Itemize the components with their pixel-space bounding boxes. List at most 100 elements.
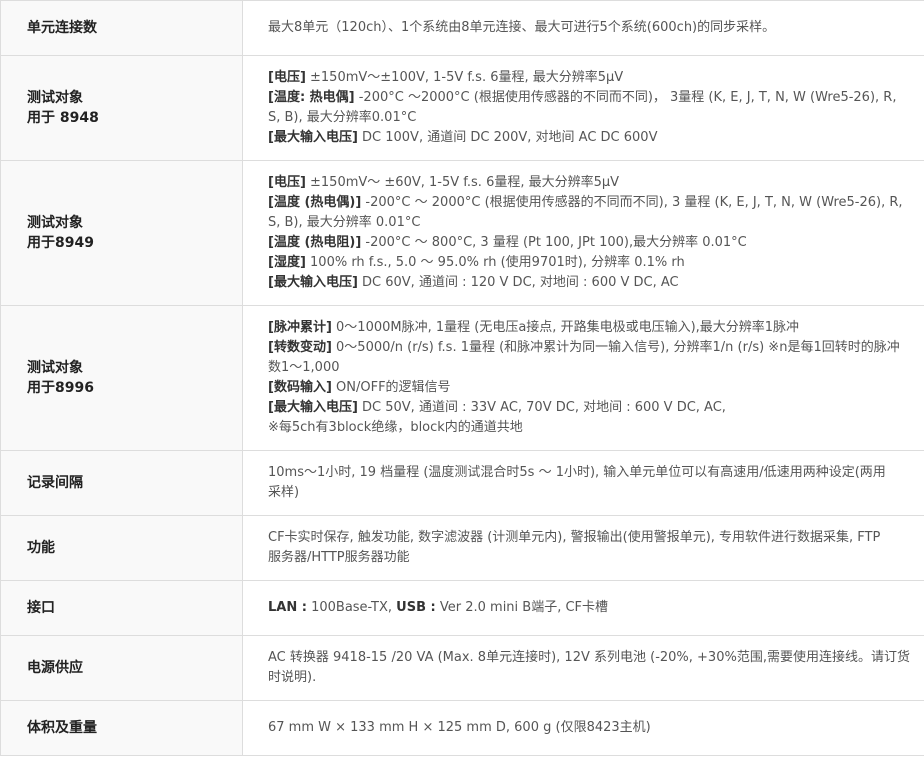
value-line: 数1～1,000 [268, 358, 924, 378]
value-line: 最大8单元（120ch）、1个系统由8单元连接、最大可进行5个系统(600ch)… [268, 18, 924, 38]
field-tag: [最大输入电压] [268, 400, 358, 415]
value-line: CF卡实时保存, 触发功能, 数字滤波器 (计测单元内), 警报输出(使用警报单… [268, 528, 924, 548]
value-text: 服务器/HTTP服务器功能 [268, 550, 410, 565]
value-line: [转数变动] 0～5000/n (r/s) f.s. 1量程 (和脉冲累计为同一… [268, 338, 924, 358]
value-line: 时说明). [268, 668, 924, 688]
value-line: [温度 (热电偶)] -200°C ～ 2000°C (根据使用传感器的不同而不… [268, 193, 924, 213]
field-tag: [湿度] [268, 255, 306, 270]
spec-table-body: 单元连接数 最大8单元（120ch）、1个系统由8单元连接、最大可进行5个系统(6… [0, 0, 924, 756]
value-line: 67 mm W × 133 mm H × 125 mm D, 600 g (仅限… [268, 718, 924, 738]
row-value: LAN : 100Base-TX, USB : Ver 2.0 mini B端子… [242, 580, 924, 636]
value-line: [数码输入] ON/OFF的逻辑信号 [268, 378, 924, 398]
value-line: LAN : 100Base-TX, USB : Ver 2.0 mini B端子… [268, 598, 924, 618]
value-text: -200°C ～2000°C (根据使用传感器的不同而不同)， 3量程 (K, … [354, 90, 897, 105]
value-line: [电压] ±150mV～ ±60V, 1-5V f.s. 6量程, 最大分辨率5… [268, 173, 924, 193]
value-line: [最大输入电压] DC 60V, 通道间 : 120 V DC, 对地间 : 6… [268, 273, 924, 293]
row-label: 体积及重量 [0, 700, 243, 756]
row-value: CF卡实时保存, 触发功能, 数字滤波器 (计测单元内), 警报输出(使用警报单… [242, 515, 924, 581]
row-value: [脉冲累计] 0～1000M脉冲, 1量程 (无电压a接点, 开路集电极或电压输… [242, 305, 924, 451]
row-target-8996: 测试对象用于8996 [脉冲累计] 0～1000M脉冲, 1量程 (无电压a接点,… [0, 305, 924, 451]
value-text: S, B), 最大分辨率 0.01°C [268, 215, 421, 230]
row-value: [电压] ±150mV～ ±60V, 1-5V f.s. 6量程, 最大分辨率5… [242, 160, 924, 306]
row-label-line: 体积及重量 [27, 720, 97, 736]
row-interface: 接口 LAN : 100Base-TX, USB : Ver 2.0 mini B… [0, 580, 924, 636]
value-text: Ver 2.0 mini B端子, CF卡槽 [435, 600, 609, 615]
value-text: -200°C ～ 800°C, 3 量程 (Pt 100, JPt 100),最… [361, 235, 747, 250]
row-label-line: 测试对象 [27, 360, 83, 376]
row-label-line: 用于 8948 [27, 110, 99, 126]
value-text: 时说明). [268, 670, 317, 685]
value-line: S, B), 最大分辨率 0.01°C [268, 213, 924, 233]
row-target-8949: 测试对象用于8949 [电压] ±150mV～ ±60V, 1-5V f.s. 6… [0, 160, 924, 306]
value-line: [温度 (热电阻)] -200°C ～ 800°C, 3 量程 (Pt 100,… [268, 233, 924, 253]
value-text: S, B), 最大分辨率0.01°C [268, 110, 417, 125]
value-line: S, B), 最大分辨率0.01°C [268, 108, 924, 128]
row-label-line: 测试对象 [27, 215, 83, 231]
row-label: 电源供应 [0, 635, 243, 701]
value-line: AC 转换器 9418-15 /20 VA (Max. 8单元连接时), 12V… [268, 648, 924, 668]
row-label: 记录间隔 [0, 450, 243, 516]
value-line: [电压] ±150mV～±100V, 1-5V f.s. 6量程, 最大分辨率5… [268, 68, 924, 88]
row-label-line: 接口 [27, 600, 55, 616]
field-tag: [温度: 热电偶] [268, 90, 355, 105]
value-text: 0～5000/n (r/s) f.s. 1量程 (和脉冲累计为同一输入信号), … [331, 340, 900, 355]
value-text: ±150mV～ ±60V, 1-5V f.s. 6量程, 最大分辨率5μV [305, 175, 620, 190]
value-line: [脉冲累计] 0～1000M脉冲, 1量程 (无电压a接点, 开路集电极或电压输… [268, 318, 924, 338]
value-text: 数1～1,000 [268, 360, 340, 375]
value-line: 服务器/HTTP服务器功能 [268, 548, 924, 568]
row-label: 单元连接数 [0, 0, 243, 56]
row-label-line: 用于8949 [27, 235, 94, 251]
field-tag: [转数变动] [268, 340, 332, 355]
value-line: ※每5ch有3block绝缘，block内的通道共地 [268, 418, 924, 438]
row-record-interval: 记录间隔 10ms～1小时, 19 档量程 (温度测试混合时5s ～ 1小时), … [0, 450, 924, 516]
value-text: ※每5ch有3block绝缘，block内的通道共地 [268, 420, 523, 435]
value-text: DC 50V, 通道间 : 33V AC, 70V DC, 对地间 : 600 … [357, 400, 726, 415]
field-tag: USB : [396, 600, 436, 615]
value-line: [湿度] 100% rh f.s., 5.0 ～ 95.0% rh (使用970… [268, 253, 924, 273]
row-label-line: 记录间隔 [27, 475, 83, 491]
row-label-line: 用于8996 [27, 380, 94, 396]
value-line: 采样) [268, 483, 924, 503]
row-label: 测试对象用于8996 [0, 305, 243, 451]
row-label: 接口 [0, 580, 243, 636]
value-text: DC 60V, 通道间 : 120 V DC, 对地间 : 600 V DC, … [357, 275, 679, 290]
field-tag: [温度 (热电偶)] [268, 195, 362, 210]
row-target-8948: 测试对象用于 8948 [电压] ±150mV～±100V, 1-5V f.s. … [0, 55, 924, 161]
value-line: [温度: 热电偶] -200°C ～2000°C (根据使用传感器的不同而不同)… [268, 88, 924, 108]
value-text: AC 转换器 9418-15 /20 VA (Max. 8单元连接时), 12V… [268, 650, 910, 665]
value-text: 采样) [268, 485, 300, 500]
field-tag: [最大输入电压] [268, 130, 358, 145]
value-text: ±150mV～±100V, 1-5V f.s. 6量程, 最大分辨率5μV [305, 70, 624, 85]
value-line: 10ms～1小时, 19 档量程 (温度测试混合时5s ～ 1小时), 输入单元… [268, 463, 924, 483]
row-label: 功能 [0, 515, 243, 581]
row-label-line: 功能 [27, 540, 55, 556]
row-value: AC 转换器 9418-15 /20 VA (Max. 8单元连接时), 12V… [242, 635, 924, 701]
value-text: 100% rh f.s., 5.0 ～ 95.0% rh (使用9701时), … [305, 255, 685, 270]
field-tag: [温度 (热电阻)] [268, 235, 362, 250]
row-label: 测试对象用于 8948 [0, 55, 243, 161]
field-tag: [最大输入电压] [268, 275, 358, 290]
value-text: DC 100V, 通道间 DC 200V, 对地间 AC DC 600V [357, 130, 658, 145]
row-value: 67 mm W × 133 mm H × 125 mm D, 600 g (仅限… [242, 700, 924, 756]
row-label-line: 单元连接数 [27, 20, 97, 36]
value-text: -200°C ～ 2000°C (根据使用传感器的不同而不同), 3 量程 (K… [361, 195, 903, 210]
field-tag: [数码输入] [268, 380, 332, 395]
value-text: CF卡实时保存, 触发功能, 数字滤波器 (计测单元内), 警报输出(使用警报单… [268, 530, 881, 545]
row-value: 最大8单元（120ch）、1个系统由8单元连接、最大可进行5个系统(600ch)… [242, 0, 924, 56]
value-text: 67 mm W × 133 mm H × 125 mm D, 600 g (仅限… [268, 720, 651, 735]
field-tag: [电压] [268, 175, 306, 190]
field-tag: [电压] [268, 70, 306, 85]
value-line: [最大输入电压] DC 100V, 通道间 DC 200V, 对地间 AC DC… [268, 128, 924, 148]
value-text: ON/OFF的逻辑信号 [331, 380, 451, 395]
value-text: 10ms～1小时, 19 档量程 (温度测试混合时5s ～ 1小时), 输入单元… [268, 465, 886, 480]
row-value: [电压] ±150mV～±100V, 1-5V f.s. 6量程, 最大分辨率5… [242, 55, 924, 161]
row-label: 测试对象用于8949 [0, 160, 243, 306]
row-label-line: 电源供应 [27, 660, 83, 676]
row-power-supply: 电源供应 AC 转换器 9418-15 /20 VA (Max. 8单元连接时),… [0, 635, 924, 701]
value-text: 100Base-TX, [306, 600, 397, 615]
row-size-weight: 体积及重量 67 mm W × 133 mm H × 125 mm D, 600 … [0, 700, 924, 756]
row-unit-connections: 单元连接数 最大8单元（120ch）、1个系统由8单元连接、最大可进行5个系统(6… [0, 0, 924, 56]
field-tag: [脉冲累计] [268, 320, 332, 335]
value-line: [最大输入电压] DC 50V, 通道间 : 33V AC, 70V DC, 对… [268, 398, 924, 418]
row-label-line: 测试对象 [27, 90, 83, 106]
